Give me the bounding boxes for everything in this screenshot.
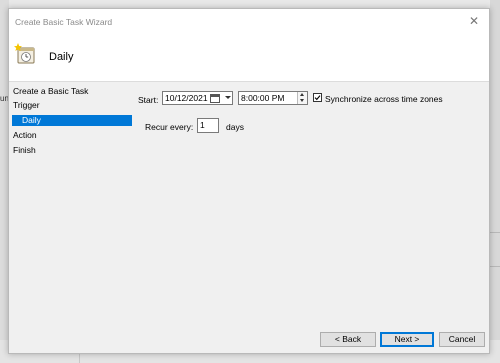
chevron-down-icon — [225, 96, 231, 99]
recur-every-input[interactable]: 1 — [197, 118, 219, 133]
nav-item-trigger[interactable]: Trigger — [13, 100, 40, 110]
synchronize-checkbox[interactable] — [313, 93, 322, 102]
next-button[interactable]: Next > — [380, 332, 434, 347]
start-time-field[interactable]: 8:00:00 PM — [238, 91, 308, 105]
start-date-picker[interactable]: 10/12/2021 — [162, 91, 233, 105]
synchronize-label[interactable]: Synchronize across time zones — [325, 94, 443, 104]
nav-item-daily-selected[interactable]: Daily — [12, 115, 132, 126]
close-icon[interactable]: ✕ — [469, 14, 479, 28]
create-basic-task-wizard-dialog: Create Basic Task Wizard ✕ Daily Create … — [8, 8, 490, 354]
calendar-icon — [210, 94, 220, 103]
checkmark-icon — [314, 95, 321, 101]
wizard-header: Daily — [9, 35, 489, 82]
spin-up-icon — [300, 93, 304, 96]
nav-item-action[interactable]: Action — [13, 130, 37, 140]
back-button[interactable]: < Back — [320, 332, 376, 347]
start-date-value: 10/12/2021 — [165, 93, 208, 103]
start-label: Start: — [138, 95, 159, 105]
background-app-right-edge — [490, 0, 500, 363]
window-title: Create Basic Task Wizard — [15, 17, 113, 27]
background-divider — [490, 266, 500, 267]
task-clock-icon — [14, 43, 35, 64]
cancel-button[interactable]: Cancel — [439, 332, 485, 347]
time-spinner[interactable] — [297, 92, 307, 104]
background-divider — [490, 232, 500, 233]
nav-item-finish[interactable]: Finish — [13, 145, 36, 155]
recur-unit-label: days — [226, 122, 244, 132]
spin-down-icon — [300, 99, 304, 102]
nav-item-create-basic-task[interactable]: Create a Basic Task — [13, 86, 88, 96]
page-heading: Daily — [49, 51, 74, 63]
recur-every-label: Recur every: — [145, 122, 194, 132]
title-bar[interactable]: Create Basic Task Wizard ✕ — [9, 9, 489, 35]
start-time-value: 8:00:00 PM — [241, 93, 285, 103]
